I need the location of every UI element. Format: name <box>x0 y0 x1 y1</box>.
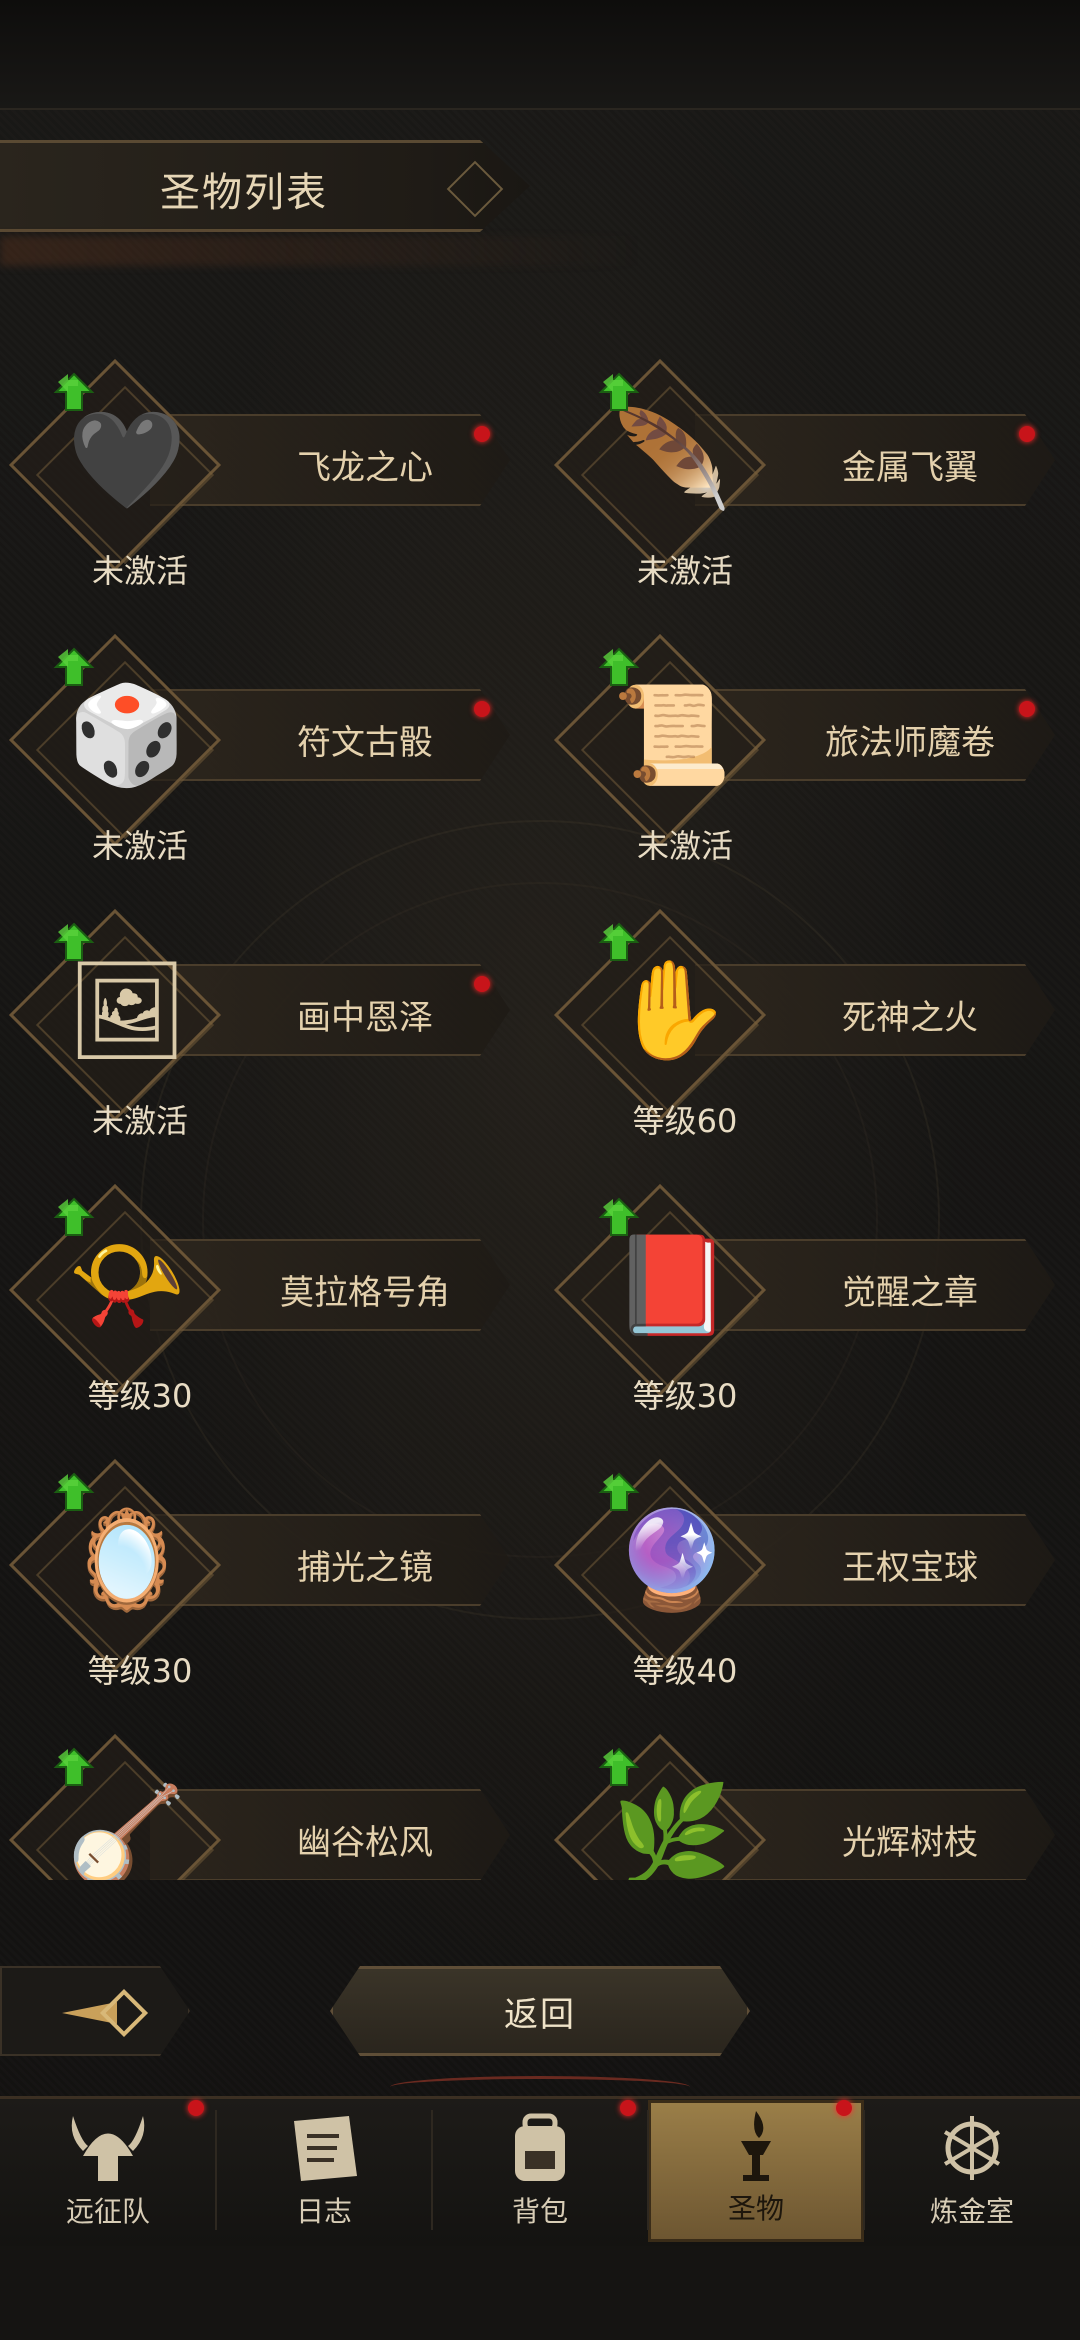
top-frame <box>0 0 1080 110</box>
notification-dot <box>474 976 490 992</box>
journal-icon <box>294 2116 357 2181</box>
relic-status: 等级30 <box>87 1652 193 1690</box>
tab-backpack[interactable]: 背包 <box>432 2100 648 2242</box>
relic-status: 等级40 <box>632 1652 738 1690</box>
relic-status: 等级30 <box>87 1377 193 1415</box>
notification-dot <box>1019 426 1035 442</box>
relic-name: 捕光之镜 <box>297 1548 433 1588</box>
upgrade-arrow-icon <box>53 1747 95 1786</box>
alchemy-icon <box>943 2116 1001 2180</box>
relic-name: 觉醒之章 <box>842 1273 978 1313</box>
relic-card[interactable]: 🖼 画中恩泽 未激活 <box>0 900 520 1140</box>
upgrade-arrow-icon <box>53 922 95 961</box>
notification-dot <box>474 701 490 717</box>
relic-name: 莫拉格号角 <box>280 1273 450 1313</box>
page-title: 圣物列表 <box>160 170 328 216</box>
relic-card[interactable]: 🌿 光辉树枝 <box>545 1725 1065 1880</box>
relic-name: 画中恩泽 <box>297 998 433 1038</box>
notification-dot <box>836 2100 852 2116</box>
tab-separator <box>215 2110 217 2230</box>
upgrade-arrow-icon <box>598 1747 640 1786</box>
upgrade-arrow-icon <box>598 647 640 686</box>
backpack-icon <box>515 2113 565 2181</box>
upgrade-arrow-icon <box>53 1197 95 1236</box>
notification-dot <box>620 2100 636 2116</box>
relic-card[interactable]: 🎲 符文古骰 未激活 <box>0 625 520 865</box>
relic-name: 幽谷松风 <box>297 1823 433 1863</box>
notification-dot <box>188 2100 204 2116</box>
tab-separator <box>647 2110 649 2230</box>
tab-separator <box>863 2110 865 2230</box>
relic-name: 飞龙之心 <box>297 448 433 488</box>
relic-card[interactable]: 📕 觉醒之章 等级30 <box>545 1175 1065 1415</box>
upgrade-arrow-icon <box>598 922 640 961</box>
relic-card[interactable]: 🪶 金属飞翼 未激活 <box>545 350 1065 590</box>
tabbar-ornament <box>390 2076 690 2098</box>
tab-journal[interactable]: 日志 <box>216 2100 432 2242</box>
relic-status: 未激活 <box>91 552 188 590</box>
upgrade-arrow-icon <box>598 372 640 411</box>
relic-card[interactable]: 📜 旅法师魔卷 未激活 <box>545 625 1065 865</box>
side-arrow-button[interactable] <box>0 1966 190 2056</box>
viking-helmet-icon <box>71 2116 145 2181</box>
relic-name: 金属飞翼 <box>842 448 978 488</box>
upgrade-arrow-icon <box>53 647 95 686</box>
relic-name: 王权宝球 <box>842 1548 978 1588</box>
relic-card[interactable]: 🖤 飞龙之心 未激活 <box>0 350 520 590</box>
tab-label: 圣物 <box>727 2192 784 2225</box>
relic-card[interactable]: 🔮 王权宝球 等级40 <box>545 1450 1065 1690</box>
notification-dot <box>1019 701 1035 717</box>
tab-viking-helmet[interactable]: 远征队 <box>0 2100 216 2242</box>
upgrade-arrow-icon <box>53 1472 95 1511</box>
upgrade-arrow-icon <box>598 1472 640 1511</box>
relic-name: 符文古骰 <box>297 723 433 763</box>
arrow-left-icon <box>62 1988 149 2038</box>
relic-name: 光辉树枝 <box>842 1823 978 1863</box>
banner-gem-icon <box>446 160 504 218</box>
relic-status: 未激活 <box>636 552 733 590</box>
tab-alchemy[interactable]: 炼金室 <box>864 2100 1080 2242</box>
bottom-frame <box>0 2246 1080 2340</box>
relic-grid: 🖤 飞龙之心 未激活 🪶 金属飞翼 未激活 🎲 符文古骰 未激活 📜 旅法师魔卷… <box>0 350 1080 1880</box>
relic-card[interactable]: 🪞 捕光之镜 等级30 <box>0 1450 520 1690</box>
relic-card[interactable]: ✋ 死神之火 等级60 <box>545 900 1065 1140</box>
relic-status: 未激活 <box>91 1102 188 1140</box>
relic-status: 等级30 <box>632 1377 738 1415</box>
relic-status: 等级60 <box>632 1102 738 1140</box>
tab-label: 远征队 <box>65 2195 150 2228</box>
relic-card[interactable]: 📯 莫拉格号角 等级30 <box>0 1175 520 1415</box>
relic-torch-icon <box>741 2111 771 2181</box>
tab-separator <box>431 2110 433 2230</box>
relic-status: 未激活 <box>91 827 188 865</box>
tab-label: 炼金室 <box>929 2195 1014 2228</box>
relic-name: 死神之火 <box>842 998 978 1038</box>
relic-status: 未激活 <box>636 827 733 865</box>
title-underline <box>0 236 640 266</box>
return-button[interactable]: 返回 <box>330 1966 750 2056</box>
relic-name: 旅法师魔卷 <box>825 723 995 763</box>
upgrade-arrow-icon <box>598 1197 640 1236</box>
tab-label: 日志 <box>295 2195 352 2228</box>
tab-label: 背包 <box>511 2195 568 2228</box>
relic-card[interactable]: 🪕 幽谷松风 <box>0 1725 520 1880</box>
notification-dot <box>474 426 490 442</box>
upgrade-arrow-icon <box>53 372 95 411</box>
tab-relic-torch[interactable]: 圣物 <box>648 2100 864 2242</box>
